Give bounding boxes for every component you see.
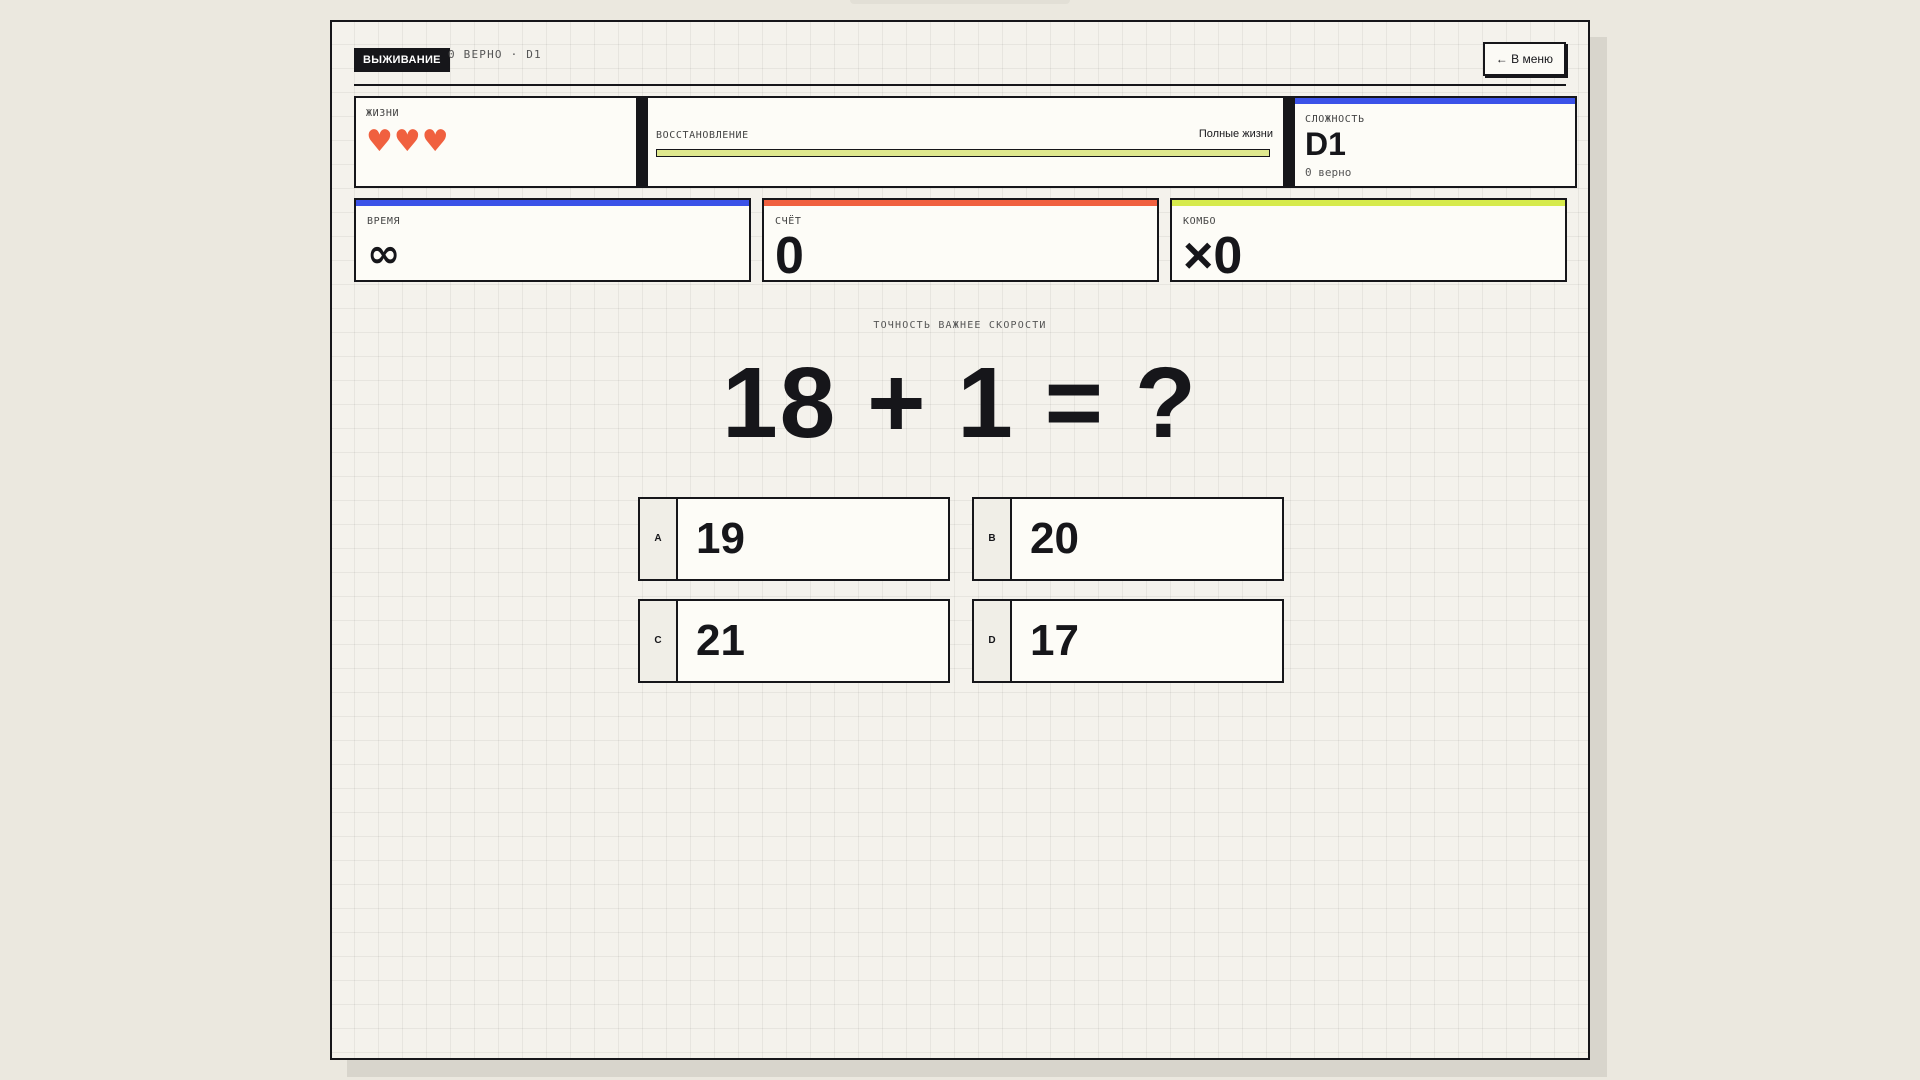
mode-badge: ВЫЖИВАНИЕ — [354, 48, 450, 72]
question-hint: ТОЧНОСТЬ ВАЖНЕЕ СКОРОСТИ — [873, 320, 1047, 331]
time-value: ∞ — [367, 231, 401, 277]
answer-key: D — [974, 601, 1012, 681]
combo-label: КОМБО — [1183, 216, 1217, 227]
back-to-menu-button[interactable]: ← В меню — [1482, 42, 1566, 76]
score-panel: СЧЁТ 0 — [762, 198, 1159, 285]
time-panel: ВРЕМЯ ∞ — [354, 198, 751, 282]
top-tab — [850, 0, 1070, 4]
panel-divider-right — [1283, 96, 1295, 188]
answer-key: A — [640, 499, 678, 579]
difficulty-value: D1 — [1305, 126, 1346, 162]
mode-status: 0 ВЕРНО · D1 — [448, 48, 542, 61]
answer-value: 20 — [1030, 514, 1079, 563]
panel-divider-left — [636, 96, 648, 188]
regen-progress-fill — [657, 150, 1269, 156]
difficulty-panel: СЛОЖНОСТЬ D1 0 верно — [1295, 96, 1577, 188]
combo-accent-bar — [1172, 200, 1565, 206]
difficulty-accent-bar — [1295, 98, 1575, 104]
answer-option-a[interactable]: A 19 — [638, 497, 950, 581]
header: ВЫЖИВАНИЕ 0 ВЕРНО · D1 ← В меню — [354, 42, 1566, 88]
score-label: СЧЁТ — [775, 216, 802, 227]
heart-icons: ♥♥♥ — [366, 124, 450, 159]
answer-value: 17 — [1030, 616, 1079, 665]
game-frame: ВЫЖИВАНИЕ 0 ВЕРНО · D1 ← В меню ЖИЗНИ ♥♥… — [330, 20, 1590, 1060]
difficulty-correct-count: 0 верно — [1305, 166, 1352, 179]
score-value: 0 — [775, 227, 804, 285]
combo-value: ×0 — [1183, 227, 1243, 285]
answer-option-c[interactable]: C 21 — [638, 599, 950, 683]
answer-key: C — [640, 601, 678, 681]
combo-panel: КОМБО ×0 — [1170, 198, 1567, 285]
answer-option-b[interactable]: B 20 — [972, 497, 1284, 581]
lives-panel: ЖИЗНИ ♥♥♥ — [354, 96, 636, 188]
difficulty-label: СЛОЖНОСТЬ — [1305, 114, 1365, 125]
lives-label: ЖИЗНИ — [366, 108, 400, 119]
score-accent-bar — [764, 200, 1157, 206]
answer-value: 21 — [696, 616, 745, 665]
question-text: 18 + 1 = ? — [722, 347, 1198, 459]
regen-panel: ВОССТАНОВЛЕНИЕ Полные жизни — [648, 96, 1283, 188]
time-accent-bar — [356, 200, 749, 206]
answer-option-d[interactable]: D 17 — [972, 599, 1284, 683]
regen-label: ВОССТАНОВЛЕНИЕ — [656, 130, 749, 141]
answer-value: 19 — [696, 514, 745, 563]
answer-key: B — [974, 499, 1012, 579]
header-divider — [354, 84, 1566, 86]
regen-state: Полные жизни — [1198, 128, 1273, 140]
regen-progress-bar — [656, 149, 1270, 157]
